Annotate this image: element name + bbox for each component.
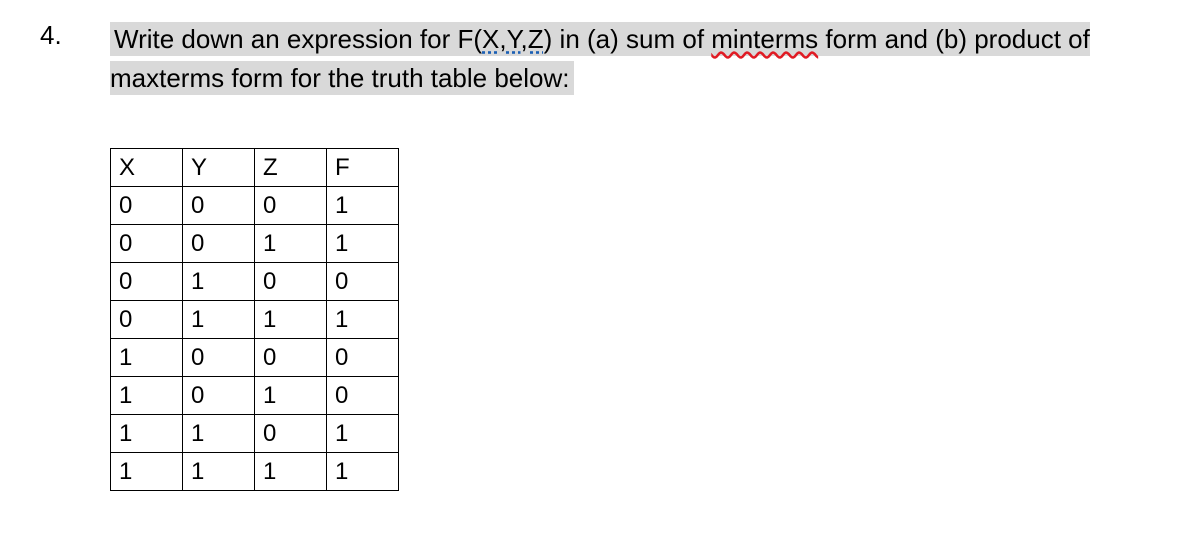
- table-header-row: X Y Z F: [111, 149, 399, 187]
- cell: 0: [183, 339, 255, 377]
- cell: 1: [183, 453, 255, 491]
- cell: 1: [183, 263, 255, 301]
- cell: 0: [111, 263, 183, 301]
- question-content: Write down an expression for F(X,Y,Z) in…: [110, 20, 1160, 491]
- cell: 0: [183, 187, 255, 225]
- cell: 0: [183, 225, 255, 263]
- question-text-wrapper: Write down an expression for F(X,Y,Z) in…: [110, 20, 1160, 98]
- text-minterms: minterms: [711, 24, 818, 54]
- table-row: 1 0 0 0: [111, 339, 399, 377]
- header-x: X: [111, 149, 183, 187]
- table-row: 1 0 1 0: [111, 377, 399, 415]
- cell: 1: [111, 339, 183, 377]
- cell: 1: [111, 415, 183, 453]
- cell: 1: [255, 453, 327, 491]
- cell: 0: [111, 225, 183, 263]
- cell: 1: [327, 225, 399, 263]
- table-row: 0 1 1 1: [111, 301, 399, 339]
- truth-table: X Y Z F 0 0 0 1 0 0 1 1: [110, 148, 399, 491]
- cell: 0: [255, 187, 327, 225]
- cell: 1: [111, 453, 183, 491]
- cell: 1: [111, 377, 183, 415]
- question-number: 4.: [40, 20, 80, 51]
- cell: 1: [327, 415, 399, 453]
- cell: 0: [327, 263, 399, 301]
- text-part2: ) in (a) sum of: [544, 24, 712, 54]
- cell: 1: [327, 301, 399, 339]
- cell: 1: [327, 187, 399, 225]
- cell: 0: [255, 415, 327, 453]
- cell: 0: [183, 377, 255, 415]
- table-row: 0 1 0 0: [111, 263, 399, 301]
- header-f: F: [327, 149, 399, 187]
- question-container: 4. Write down an expression for F(X,Y,Z)…: [40, 20, 1160, 491]
- cell: 0: [327, 377, 399, 415]
- cell: 1: [255, 301, 327, 339]
- header-y: Y: [183, 149, 255, 187]
- cell: 1: [327, 453, 399, 491]
- cell: 1: [255, 225, 327, 263]
- cell: 0: [111, 187, 183, 225]
- cell: 0: [255, 339, 327, 377]
- cell: 1: [183, 415, 255, 453]
- cell: 0: [255, 263, 327, 301]
- cell: 1: [183, 301, 255, 339]
- cell: 0: [111, 301, 183, 339]
- question-text: Write down an expression for F(X,Y,Z) in…: [110, 22, 1090, 95]
- table-row: 1 1 0 1: [111, 415, 399, 453]
- table-row: 0 0 1 1: [111, 225, 399, 263]
- cell: 0: [327, 339, 399, 377]
- cell: 1: [255, 377, 327, 415]
- header-z: Z: [255, 149, 327, 187]
- text-xyz: X,Y,Z: [482, 24, 544, 54]
- table-row: 1 1 1 1: [111, 453, 399, 491]
- text-part1: Write down an expression for F(: [114, 24, 482, 54]
- table-row: 0 0 0 1: [111, 187, 399, 225]
